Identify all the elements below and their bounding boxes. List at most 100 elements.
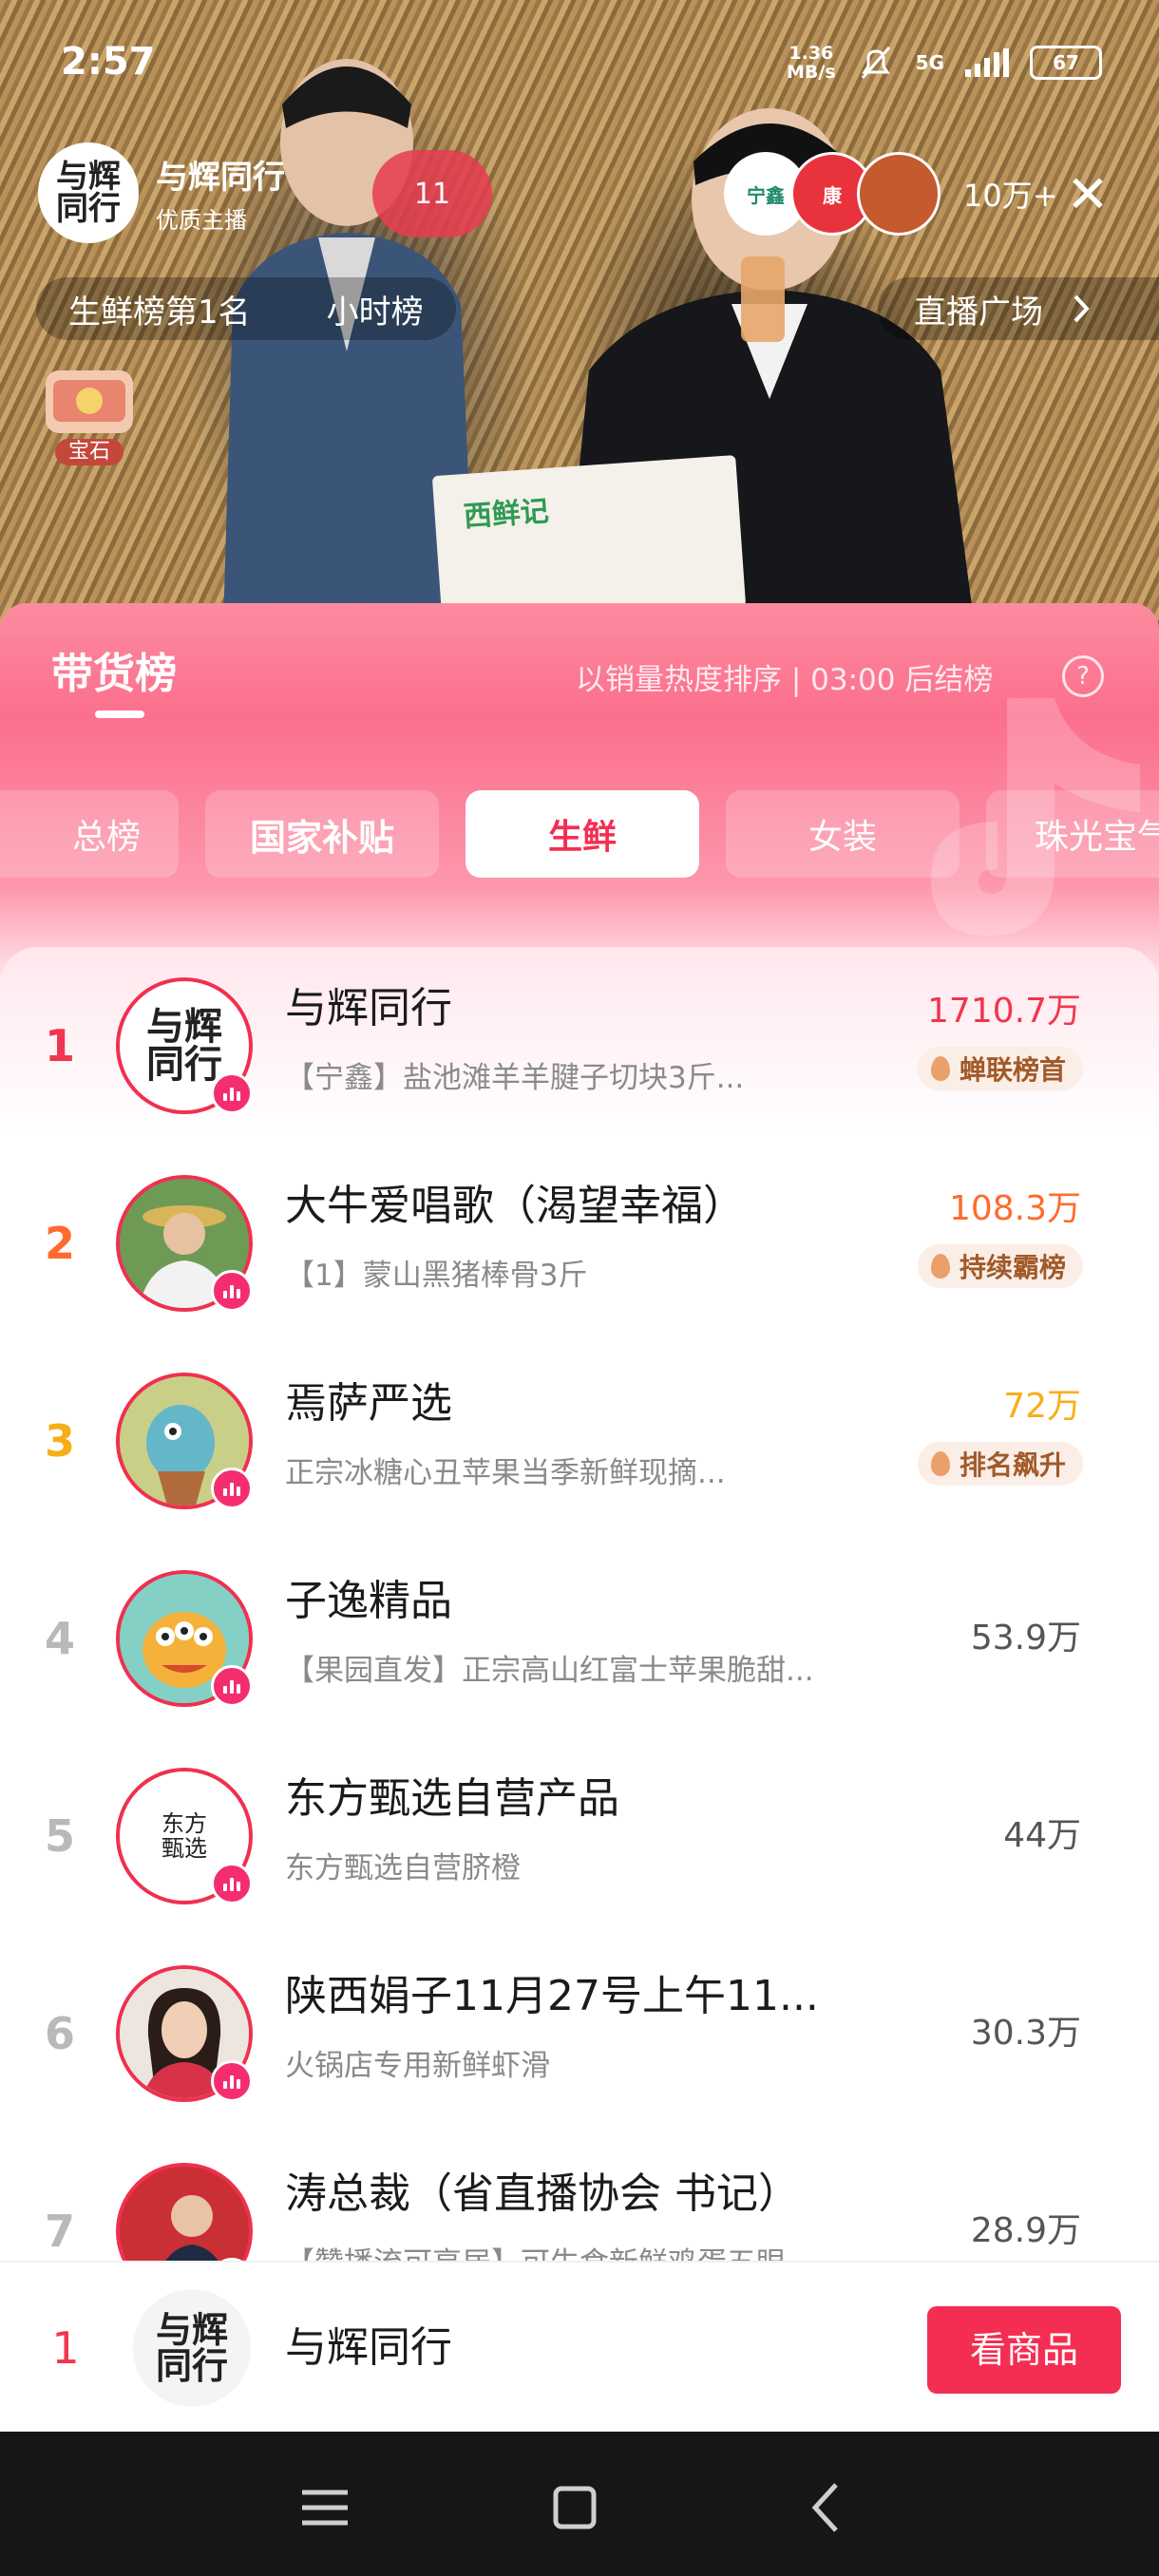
hourly-rank-label: 小时榜 xyxy=(326,293,424,331)
poster-brand-text: 西鲜记 xyxy=(462,494,550,535)
ranking-row[interactable]: 2 大牛爱唱歌（渴望幸福） 【1】蒙山黑猪棒骨3斤 108.3万 持续霸榜 xyxy=(0,1145,1159,1342)
network-speed: 1.36 MB/s xyxy=(787,44,836,82)
avatar-logo-line2: 同行 xyxy=(146,1042,222,1087)
close-icon[interactable]: ✕ xyxy=(1054,161,1121,228)
streamer-avatar[interactable]: 东方甄选 xyxy=(116,1768,253,1904)
viewer-avatar[interactable] xyxy=(857,152,940,236)
mute-bell-icon xyxy=(861,47,890,79)
streamer-name: 子逸精品 xyxy=(285,1577,452,1625)
title-underline xyxy=(95,710,144,718)
tab-overall[interactable]: 总榜 xyxy=(0,790,179,878)
battery-indicator: 67 xyxy=(1030,46,1102,80)
current-rank-number: 1 xyxy=(51,2322,80,2374)
tab-fresh[interactable]: 生鲜 xyxy=(466,790,699,878)
menu-icon[interactable] xyxy=(287,2470,363,2546)
ranking-row[interactable]: 1 与辉 同行 与辉同行 【宁鑫】盐池滩羊羊腱子切块3斤... 1710.7万 … xyxy=(0,947,1159,1145)
current-streamer-bar[interactable]: 1 与辉 同行 与辉同行 看商品 xyxy=(0,2261,1159,2434)
product-poster: 西鲜记 xyxy=(431,455,747,628)
host-profile[interactable]: 与辉 同行 与辉同行 优质主播 xyxy=(38,142,285,243)
live-plaza-label: 直播广场 xyxy=(914,293,1043,331)
signal-bars-icon xyxy=(965,48,1009,77)
sales-value: 30.3万 xyxy=(970,2014,1081,2053)
help-circle-icon[interactable]: ? xyxy=(1062,655,1104,697)
sales-ranking-panel: 带货榜 以销量热度排序 | 03:00 后结榜 ? 总榜 国家补贴 生鲜 女装 … xyxy=(0,603,1159,2432)
tab-womens-wear[interactable]: 女装 xyxy=(726,790,960,878)
gem-activity[interactable]: 宝石 xyxy=(36,361,142,467)
current-streamer-name: 与辉同行 xyxy=(285,2323,452,2372)
category-tabs: 总榜 国家补贴 生鲜 女装 珠光宝气 xyxy=(0,790,1159,878)
rank-number: 1 xyxy=(44,1020,75,1071)
sales-value: 72万 xyxy=(1003,1387,1081,1426)
streamer-avatar[interactable]: 与辉 同行 xyxy=(116,977,253,1114)
status-indicators: 1.36 MB/s 5G 67 xyxy=(787,44,1102,82)
flame-icon xyxy=(930,1056,950,1081)
rank-tag: 持续霸榜 xyxy=(917,1244,1083,1288)
current-logo-line2: 同行 xyxy=(155,2344,228,2387)
live-status-icon xyxy=(211,1072,253,1114)
view-products-button[interactable]: 看商品 xyxy=(927,2306,1121,2394)
flame-icon xyxy=(930,1451,950,1476)
viewer-count[interactable]: 10万+ xyxy=(963,172,1058,216)
back-icon[interactable] xyxy=(788,2470,864,2546)
live-status-icon xyxy=(211,2060,253,2102)
ranking-row[interactable]: 4 子逸精品 【果园直发】正宗高山红富士苹果脆甜... 53.9万 xyxy=(0,1540,1159,1737)
flame-icon xyxy=(930,1254,950,1279)
signal-type: 5G xyxy=(915,51,944,74)
live-plaza-button[interactable]: 直播广场 xyxy=(878,277,1159,340)
network-speed-value: 1.36 xyxy=(788,43,834,64)
sales-value: 44万 xyxy=(1003,1816,1081,1855)
rank-tag-label: 蝉联榜首 xyxy=(959,1054,1066,1086)
ranking-row[interactable]: 3 焉萨严选 正宗冰糖心丑苹果当季新鲜现摘... 72万 排名飙升 xyxy=(0,1342,1159,1540)
home-square-icon[interactable] xyxy=(537,2470,613,2546)
streamer-name: 大牛爱唱歌（渴望幸福） xyxy=(285,1182,745,1230)
sales-value: 1710.7万 xyxy=(927,992,1081,1031)
product-title: 东方甄选自营脐橙 xyxy=(285,1851,521,1885)
host-avatar[interactable]: 与辉 同行 xyxy=(38,142,139,243)
rank-number: 3 xyxy=(44,1415,75,1467)
live-status-icon xyxy=(211,1468,253,1509)
tab-jewelry[interactable]: 珠光宝气 xyxy=(986,790,1159,878)
avatar-logo-text: 东方甄选 xyxy=(162,1809,207,1862)
hourly-rank-chip[interactable]: 生鲜榜第1名 小时榜 xyxy=(36,277,456,340)
streamer-avatar[interactable] xyxy=(116,1965,253,2102)
live-status-icon xyxy=(211,1270,253,1312)
streamer-name: 东方甄选自营产品 xyxy=(285,1774,619,1823)
current-logo-line1: 与辉 xyxy=(155,2308,228,2351)
viewer-avatars[interactable]: 宁鑫 康 10万+ xyxy=(724,152,1058,236)
sales-value: 53.9万 xyxy=(970,1619,1081,1657)
ranking-list: 1 与辉 同行 与辉同行 【宁鑫】盐池滩羊羊腱子切块3斤... 1710.7万 … xyxy=(0,947,1159,2432)
streamer-avatar[interactable] xyxy=(116,1175,253,1312)
host-logo-line1: 与辉 xyxy=(56,158,121,196)
chevron-right-icon xyxy=(1074,294,1090,323)
rank-number: 4 xyxy=(44,1613,75,1664)
streamer-avatar[interactable] xyxy=(116,1373,253,1509)
current-streamer-avatar[interactable]: 与辉 同行 xyxy=(133,2289,251,2407)
ranking-row[interactable]: 6 陕西娟子11月27号上午11... 火锅店专用新鲜虾滑 30.3万 xyxy=(0,1935,1159,2132)
ranking-rule-note: 以销量热度排序 | 03:00 后结榜 xyxy=(576,663,994,697)
live-status-icon xyxy=(211,1665,253,1707)
streamer-avatar[interactable] xyxy=(116,1570,253,1707)
product-title: 【1】蒙山黑猪棒骨3斤 xyxy=(285,1259,588,1293)
host-tag: 优质主播 xyxy=(156,207,247,234)
fan-club-badge[interactable]: 11 xyxy=(372,150,492,237)
tab-national-subsidy[interactable]: 国家补贴 xyxy=(205,790,439,878)
gem-label: 宝石 xyxy=(55,439,124,465)
streamer-name: 陕西娟子11月27号上午11... xyxy=(285,1972,819,2020)
status-time: 2:57 xyxy=(61,40,156,84)
product-title: 【宁鑫】盐池滩羊羊腱子切块3斤... xyxy=(285,1061,745,1095)
sales-value: 108.3万 xyxy=(948,1189,1081,1228)
rank-tag-label: 持续霸榜 xyxy=(959,1252,1066,1283)
product-title: 【果园直发】正宗高山红富士苹果脆甜... xyxy=(285,1654,814,1688)
avatar-logo-line1: 与辉 xyxy=(146,1004,222,1049)
category-rank-label: 生鲜榜第1名 xyxy=(68,293,251,331)
product-title: 火锅店专用新鲜虾滑 xyxy=(285,2049,550,2083)
network-speed-unit: MB/s xyxy=(787,62,836,83)
rank-number: 5 xyxy=(44,1810,75,1862)
rank-number: 6 xyxy=(44,2008,75,2059)
panel-title[interactable]: 带货榜 xyxy=(51,639,177,700)
live-status-icon xyxy=(211,1863,253,1904)
rank-tag: 蝉联榜首 xyxy=(917,1047,1083,1090)
system-navigation-bar xyxy=(0,2432,1159,2576)
rank-tag: 排名飙升 xyxy=(917,1442,1083,1486)
ranking-row[interactable]: 5 东方甄选 东方甄选自营产品 东方甄选自营脐橙 44万 xyxy=(0,1737,1159,1935)
